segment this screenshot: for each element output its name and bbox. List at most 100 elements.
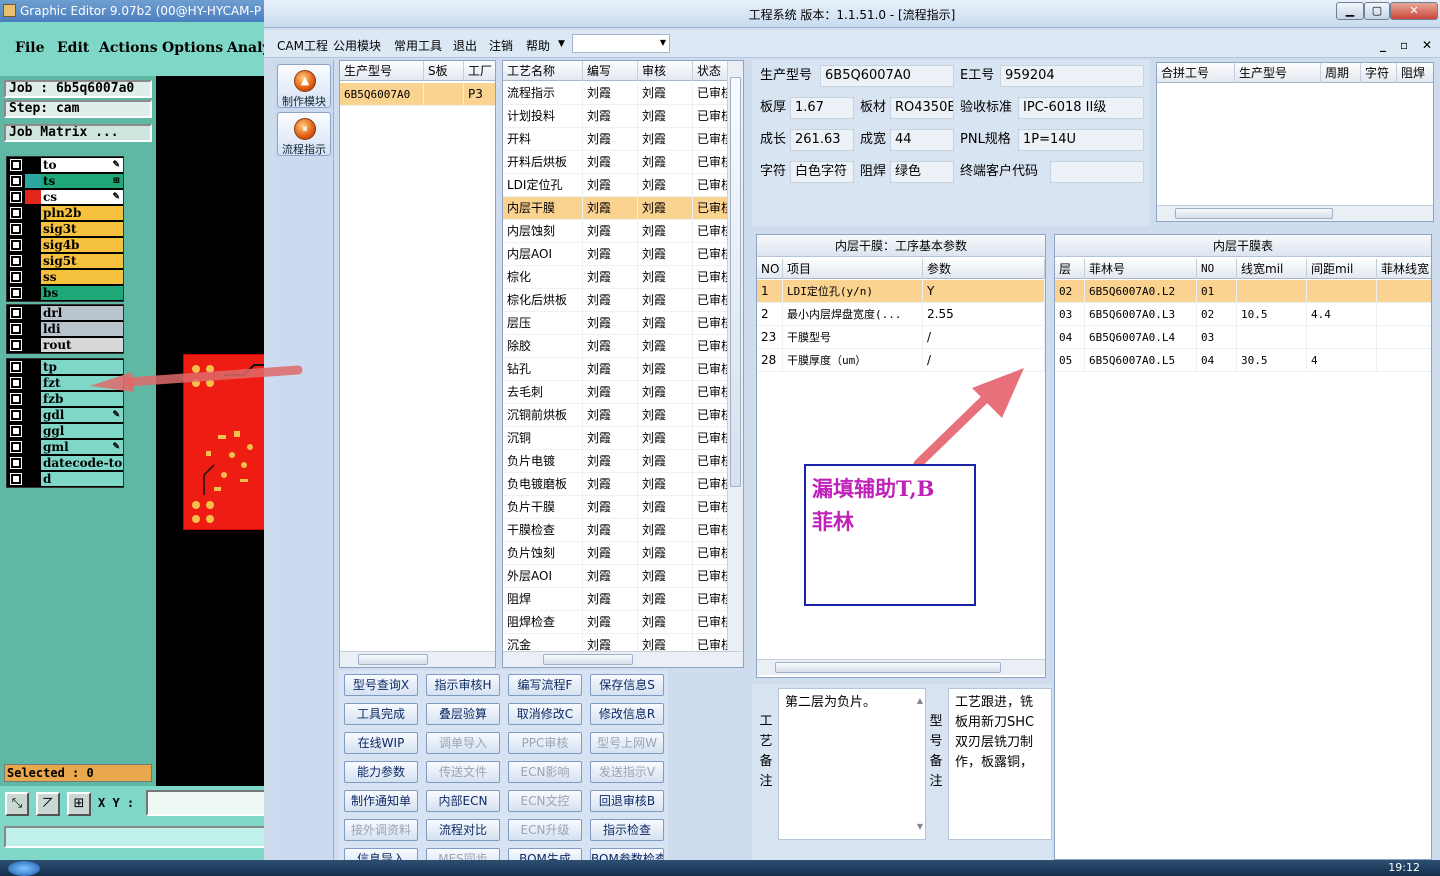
layer-checkbox[interactable] xyxy=(10,393,22,405)
col-process[interactable]: 工艺名称 xyxy=(503,61,583,81)
table-row[interactable]: 流程指示刘霞刘霞已审核 xyxy=(503,82,743,105)
table-row[interactable]: 内层蚀刻刘霞刘霞已审核 xyxy=(503,220,743,243)
action-button[interactable]: 在线WIP xyxy=(344,732,418,754)
start-icon[interactable] xyxy=(8,861,40,876)
table-row[interactable]: 外层AOI刘霞刘霞已审核 xyxy=(503,565,743,588)
layer-checkbox[interactable] xyxy=(10,307,22,319)
scroll-thumb[interactable] xyxy=(543,654,633,665)
layer-checkbox[interactable] xyxy=(10,255,22,267)
process-grid-hscroll[interactable] xyxy=(503,651,743,667)
layer-name[interactable]: ts ⊞ xyxy=(41,174,123,188)
mdi-close-icon[interactable]: ✕ xyxy=(1422,38,1432,52)
layer-name[interactable]: drl xyxy=(41,306,123,320)
layer-checkbox[interactable] xyxy=(10,473,22,485)
action-button[interactable]: 型号查询X xyxy=(344,674,418,696)
layer-checkbox[interactable] xyxy=(10,361,22,373)
graphic-editor-titlebar[interactable]: Graphic Editor 9.07b2 (00@HY-HYCAM-P xyxy=(0,0,268,22)
action-button[interactable]: 能力参数 xyxy=(344,761,418,783)
layer-checkbox[interactable] xyxy=(10,207,22,219)
menu-actions[interactable]: Actions xyxy=(99,40,158,56)
layer-name[interactable]: ldi xyxy=(41,322,123,336)
material-field[interactable]: RO4350B xyxy=(890,97,954,119)
table-row[interactable]: 层压刘霞刘霞已审核 xyxy=(503,312,743,335)
action-button[interactable]: 内部ECN xyxy=(426,790,500,812)
table-row[interactable]: 沉铜刘霞刘霞已审核 xyxy=(503,427,743,450)
table-row[interactable]: 阻焊检查刘霞刘霞已审核 xyxy=(503,611,743,634)
legend-field[interactable]: 白色字符 xyxy=(790,161,854,183)
col-reviewer[interactable]: 审核 xyxy=(638,61,693,81)
layer-name[interactable]: bs xyxy=(41,286,123,300)
layer-row[interactable]: datecode-to xyxy=(7,455,123,471)
action-button[interactable]: 流程对比 xyxy=(426,819,500,841)
layer-row[interactable]: gdl ✎ xyxy=(7,407,123,423)
layer-name[interactable]: ss xyxy=(41,270,123,284)
table-row[interactable]: 内层干膜刘霞刘霞已审核 xyxy=(503,197,743,220)
action-button[interactable]: 指示审核H xyxy=(426,674,500,696)
scroll-thumb[interactable] xyxy=(730,77,741,487)
menu-options[interactable]: Options xyxy=(162,40,223,56)
layer-checkbox[interactable] xyxy=(10,271,22,283)
layer-name[interactable]: sig5t xyxy=(41,254,123,268)
col-param-no[interactable]: NO xyxy=(757,259,783,279)
menu-file[interactable]: File xyxy=(15,40,44,56)
process-remark-text[interactable]: 第二层为负片。 ▲ ▼ xyxy=(778,688,926,840)
length-field[interactable]: 261.63 xyxy=(790,129,854,151)
action-button[interactable]: 回退审核B xyxy=(590,790,664,812)
layer-row[interactable]: ldi xyxy=(7,321,123,337)
thickness-field[interactable]: 1.67 xyxy=(790,97,854,119)
menu-exit[interactable]: 退出 xyxy=(453,37,477,54)
layer-row[interactable]: rout xyxy=(7,337,123,353)
layer-name[interactable]: rout xyxy=(41,338,123,352)
table-row[interactable]: 负片电镀刘霞刘霞已审核 xyxy=(503,450,743,473)
layer-checkbox[interactable] xyxy=(10,223,22,235)
layer-checkbox[interactable] xyxy=(10,425,22,437)
table-row[interactable]: 02 6B5Q6007A0.L2 01 xyxy=(1055,280,1431,303)
layer-row[interactable]: ss xyxy=(7,269,123,285)
menu-help[interactable]: 帮助 xyxy=(526,37,550,54)
layer-row[interactable]: sig5t xyxy=(7,253,123,269)
model-remark-text[interactable]: 工艺跟进，铣板用新刀SHC双刃层铣刀制作，板露铜， xyxy=(948,688,1052,840)
job-matrix-button[interactable]: Job Matrix ... xyxy=(4,124,152,142)
layer-checkbox[interactable] xyxy=(10,377,22,389)
table-row[interactable]: 23 干膜型号 / xyxy=(757,326,1045,349)
layer-name[interactable]: sig4b xyxy=(41,238,123,252)
table-row[interactable]: 6B5Q6007A0 P3 xyxy=(340,83,495,106)
col-author[interactable]: 编写 xyxy=(583,61,638,81)
col-merge-no[interactable]: 合拼工号 xyxy=(1157,63,1235,83)
table-row[interactable]: 开料刘霞刘霞已审核 xyxy=(503,128,743,151)
nav-process-guide[interactable]: ⏸ 流程指示 xyxy=(277,112,331,156)
table-row[interactable]: 03 6B5Q6007A0.L3 02 10.5 4.4 xyxy=(1055,303,1431,326)
table-row[interactable]: 除胶刘霞刘霞已审核 xyxy=(503,335,743,358)
maximize-button[interactable]: ▢ xyxy=(1364,2,1390,20)
zoom-fit-icon[interactable]: ⤡ xyxy=(5,792,29,816)
col-model[interactable]: 生产型号 xyxy=(340,61,424,81)
table-row[interactable]: 2 最小内层焊盘宽度(... 2.55 xyxy=(757,303,1045,326)
action-button[interactable]: 修改信息R xyxy=(590,703,664,725)
layer-checkbox[interactable] xyxy=(10,239,22,251)
action-button[interactable]: 制作通知单 xyxy=(344,790,418,812)
command-line[interactable] xyxy=(4,826,266,848)
action-button[interactable]: 叠层验算 xyxy=(426,703,500,725)
table-row[interactable]: 阻焊刘霞刘霞已审核 xyxy=(503,588,743,611)
action-button[interactable]: 指示检查 xyxy=(590,819,664,841)
table-row[interactable]: 负片干膜刘霞刘霞已审核 xyxy=(503,496,743,519)
layer-checkbox[interactable] xyxy=(10,287,22,299)
col-merge-mask[interactable]: 阻焊 xyxy=(1397,63,1433,83)
table-row[interactable]: 内层AOI刘霞刘霞已审核 xyxy=(503,243,743,266)
main-titlebar[interactable]: 工程系统 版本：1.1.51.0 - [流程指示] ▁ ▢ ✕ xyxy=(264,0,1440,28)
scroll-up-icon[interactable]: ▲ xyxy=(917,691,923,711)
col-film-no[interactable]: 菲林号 xyxy=(1085,259,1197,279)
pnl-field[interactable]: 1P=14U xyxy=(1018,129,1144,151)
layer-checkbox[interactable] xyxy=(10,339,22,351)
col-film-line-width[interactable]: 菲林线宽 xyxy=(1377,259,1431,279)
col-merge-period[interactable]: 周期 xyxy=(1321,63,1361,83)
menu-edit[interactable]: Edit xyxy=(57,40,89,56)
menu-tools[interactable]: 常用工具 xyxy=(394,37,442,54)
action-button[interactable]: 编写流程F xyxy=(508,674,582,696)
layer-checkbox[interactable] xyxy=(10,409,22,421)
table-row[interactable]: 开料后烘板刘霞刘霞已审核 xyxy=(503,151,743,174)
table-row[interactable]: 沉铜前烘板刘霞刘霞已审核 xyxy=(503,404,743,427)
table-row[interactable]: 负电镀磨板刘霞刘霞已审核 xyxy=(503,473,743,496)
layer-row[interactable]: gml ✎ xyxy=(7,439,123,455)
col-param-item[interactable]: 项目 xyxy=(783,259,923,279)
